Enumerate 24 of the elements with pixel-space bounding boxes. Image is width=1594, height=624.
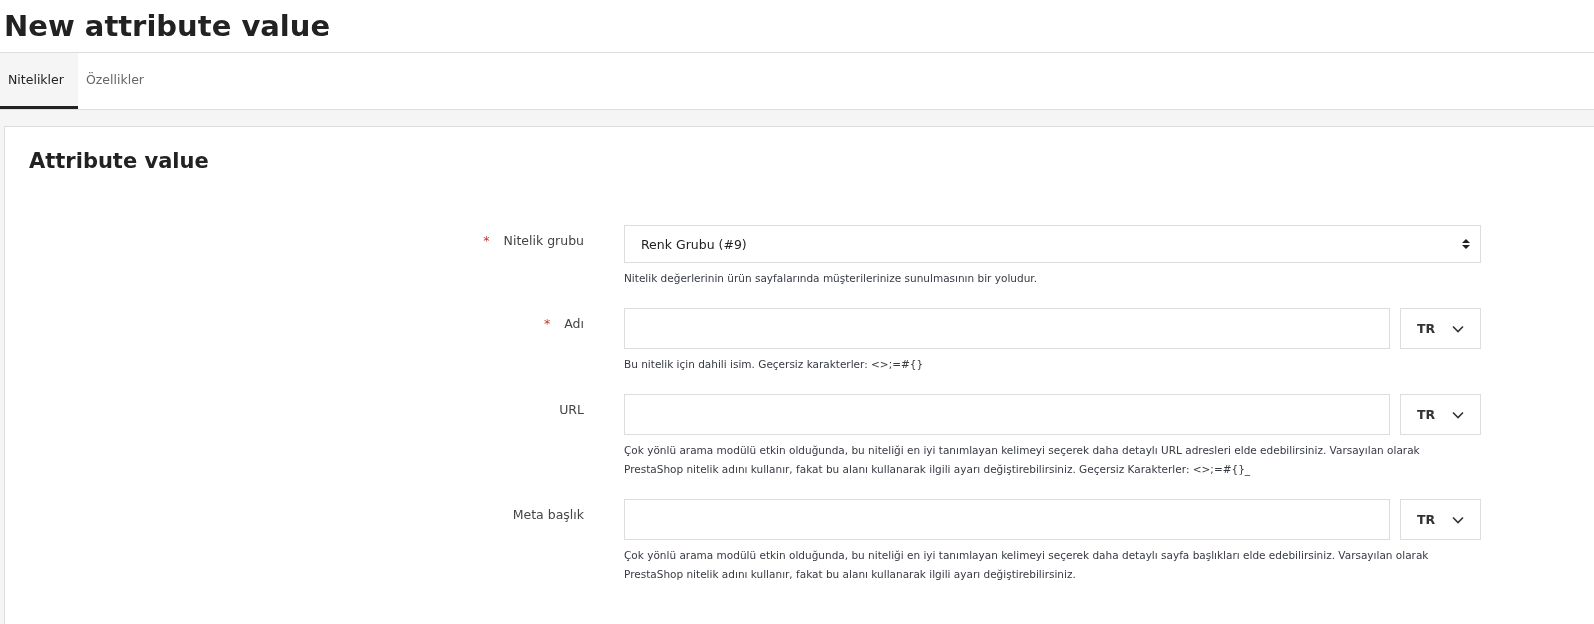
field-label: Adı — [564, 316, 584, 331]
language-dropdown[interactable]: TR — [1400, 308, 1481, 349]
chevron-down-icon — [1452, 515, 1464, 524]
page-title: New attribute value — [4, 9, 331, 43]
field-label: Meta başlık — [512, 507, 584, 522]
sort-caret-icon — [1462, 239, 1470, 249]
chevron-down-icon — [1452, 324, 1464, 333]
language-dropdown[interactable]: TR — [1400, 499, 1481, 540]
help-text: Çok yönlü arama modülü etkin olduğunda, bu niteliği en iyi tanımlayan kelimeyi seçerek daha detaylı sayfa başlıkları elde edebilirsiniz. Varsayılan olarak PrestaShop nitelik adını kullanır, fakat bu alanı kullanarak ilgili ayarı değiştirebilirsiniz. — [624, 548, 1430, 582]
tab[interactable]: Nitelikler — [0, 53, 78, 109]
field-label: URL — [559, 402, 584, 417]
help-text: Çok yönlü arama modülü etkin olduğunda, bu niteliği en iyi tanımlayan kelimeyi seçerek daha detaylı URL adresleri elde edebilirsiniz. Varsayılan olarak PrestaShop nitelik adını kullanır, fakat bu alanı kullanarak ilgili ayarı değiştirebilirsiniz. Geçersiz Karakterler: <>;=#{}_ — [624, 443, 1421, 478]
input-field[interactable] — [624, 394, 1390, 435]
select-field[interactable]: Renk Grubu (#9) — [624, 225, 1481, 263]
input-field[interactable] — [624, 308, 1390, 349]
language-dropdown[interactable]: TR — [1400, 394, 1481, 435]
help-text: Bu nitelik için dahili isim. Geçersiz karakterler: <>;=#{} — [624, 357, 925, 372]
required-mark: * — [544, 316, 551, 331]
input-field[interactable] — [624, 499, 1390, 540]
field-label: Nitelik grubu — [503, 233, 584, 248]
card-title: Attribute value — [29, 149, 210, 173]
chevron-down-icon — [1452, 410, 1464, 419]
help-text: Nitelik değerlerinin ürün sayfalarında müşterilerinize sunulmasının bir yoludur. — [624, 271, 1038, 286]
required-mark: * — [483, 233, 490, 248]
